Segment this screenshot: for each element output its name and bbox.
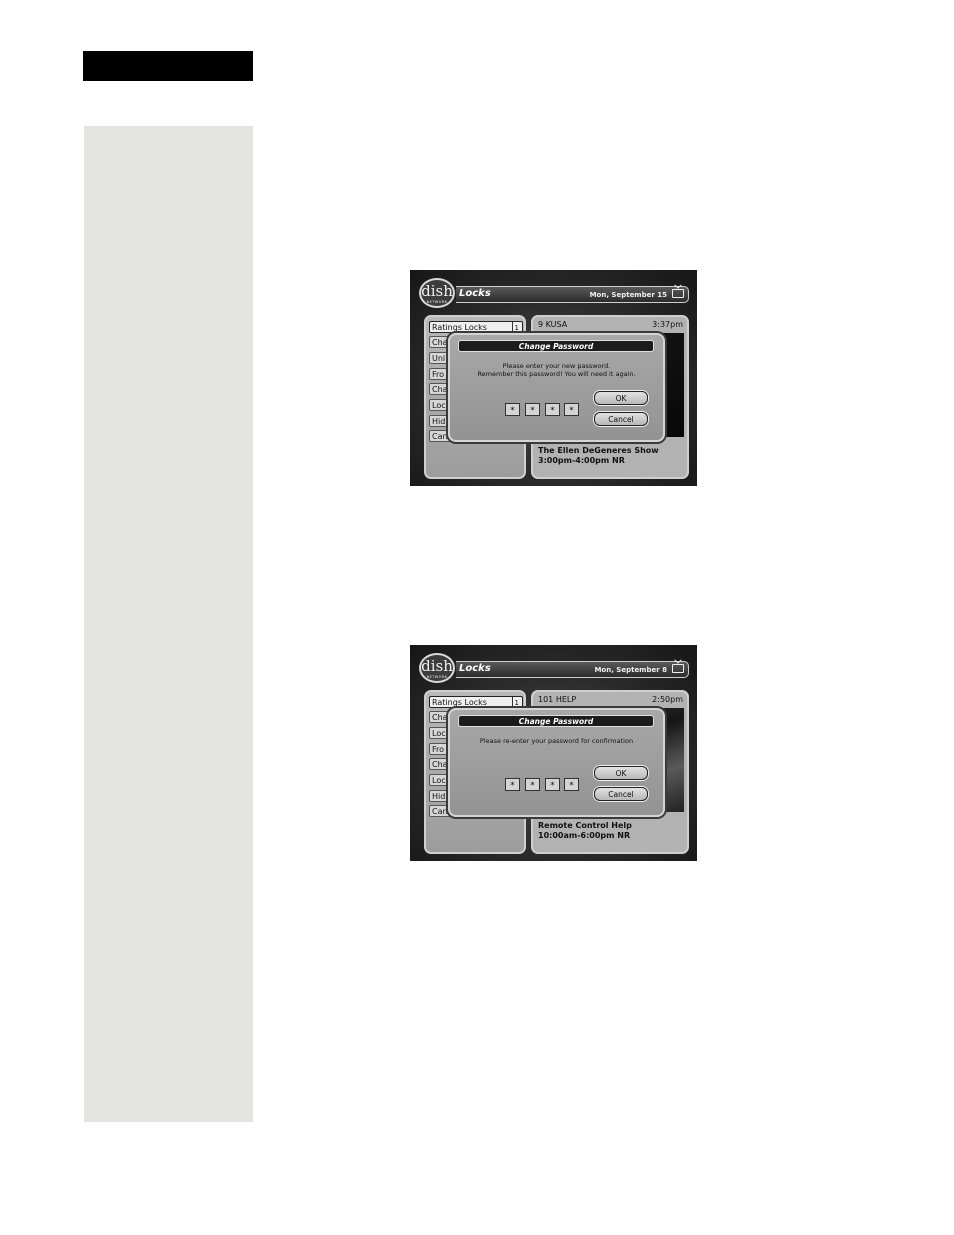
show-time: 3:00pm-4:00pm NR — [538, 456, 625, 465]
ok-button[interactable]: OK — [594, 391, 648, 405]
channel-label: 9 KUSA — [538, 320, 568, 329]
app-title: Locks — [459, 663, 491, 674]
password-digit-box[interactable]: * — [564, 778, 579, 791]
header-bar — [83, 51, 253, 81]
cancel-button[interactable]: Cancel — [594, 787, 648, 801]
password-digit-box[interactable]: * — [564, 403, 579, 416]
password-digit-box[interactable]: * — [525, 403, 540, 416]
show-time: 10:00am-6:00pm NR — [538, 831, 631, 840]
dialog-message: Please enter your new password. — [502, 362, 611, 370]
time-label: 3:37pm — [652, 320, 683, 329]
dialog-message: Remember this password! You will need it… — [477, 370, 636, 378]
time-label: 2:50pm — [652, 695, 683, 704]
menu-item-count: 1 — [511, 697, 519, 707]
show-title: Remote Control Help — [538, 821, 632, 830]
date-label: Mon, September 15 — [589, 291, 667, 299]
channel-label: 101 HELP — [538, 695, 577, 704]
menu-item-ratings-locks[interactable]: Ratings Locks 1 — [429, 321, 523, 333]
title-bar: Locks Mon, September 15 — [456, 286, 689, 303]
ok-button[interactable]: OK — [594, 766, 648, 780]
screenshot-change-password-confirm: dish NETWORK Locks Mon, September 8 Rati… — [410, 645, 697, 861]
title-bar: Locks Mon, September 8 — [456, 661, 689, 678]
dialog-title: Change Password — [458, 340, 654, 352]
tv-icon — [672, 664, 684, 673]
password-digit-box[interactable]: * — [545, 403, 560, 416]
screenshot-change-password-enter: dish NETWORK Locks Mon, September 15 Rat… — [410, 270, 697, 486]
change-password-dialog: Change Password Please re-enter your pas… — [448, 708, 665, 817]
menu-item-ratings-locks[interactable]: Ratings Locks 1 — [429, 696, 523, 708]
show-title: The Ellen DeGeneres Show — [538, 446, 659, 455]
tv-icon — [672, 289, 684, 298]
password-digit-box[interactable]: * — [545, 778, 560, 791]
date-label: Mon, September 8 — [594, 666, 667, 674]
dish-network-logo: dish NETWORK — [419, 278, 455, 308]
menu-item-count: 1 — [511, 322, 519, 332]
password-digit-box[interactable]: * — [505, 778, 520, 791]
sidebar-panel — [84, 126, 253, 1122]
password-digit-box[interactable]: * — [505, 403, 520, 416]
dialog-title: Change Password — [458, 715, 654, 727]
change-password-dialog: Change Password Please enter your new pa… — [448, 333, 665, 442]
app-title: Locks — [459, 288, 491, 299]
dish-network-logo: dish NETWORK — [419, 653, 455, 683]
dialog-message: Please re-enter your password for confir… — [479, 737, 634, 745]
password-digit-box[interactable]: * — [525, 778, 540, 791]
cancel-button[interactable]: Cancel — [594, 412, 648, 426]
